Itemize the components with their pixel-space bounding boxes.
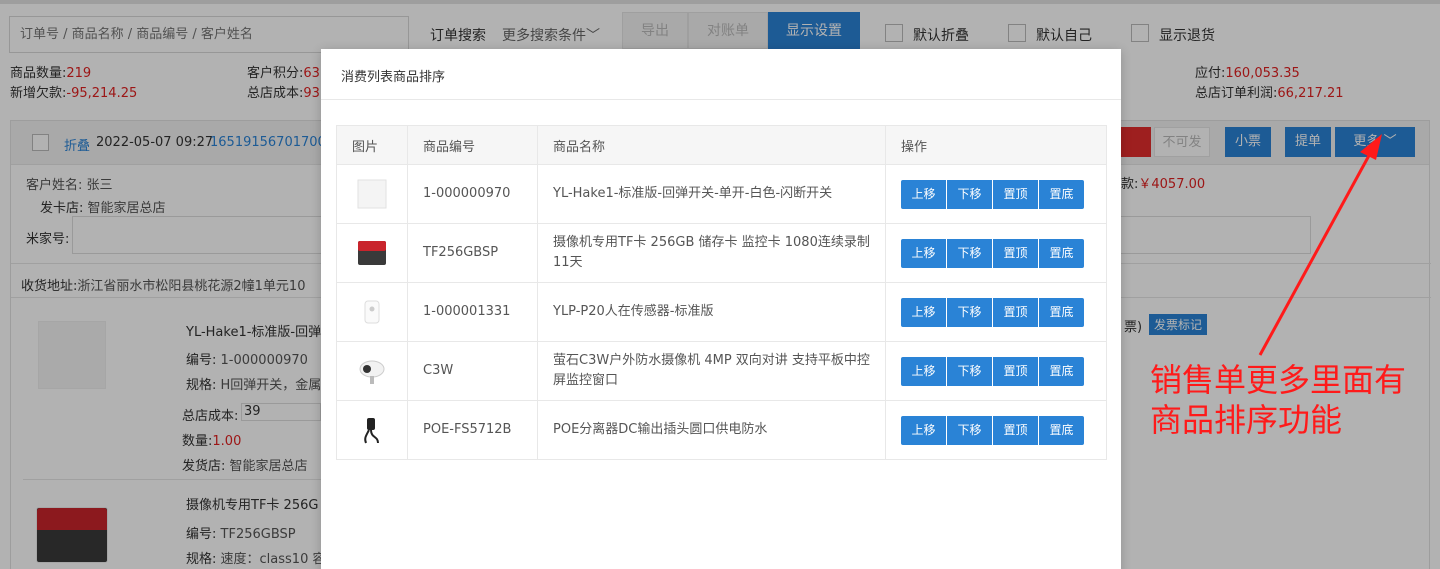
table-header-row: 图片 商品编号 商品名称 操作: [336, 125, 1107, 165]
column-header-actions: 操作: [885, 125, 1107, 165]
product-code: POE-FS5712B: [407, 400, 538, 460]
thumb-cell: [336, 223, 408, 283]
poe-splitter-thumb: [364, 418, 379, 444]
pin-top-button[interactable]: 置顶: [993, 415, 1038, 445]
table-row: POE-FS5712B POE分离器DC输出插头圆口供电防水 上移 下移 置顶 置底: [336, 400, 1107, 460]
column-header-name: 商品名称: [537, 125, 886, 165]
product-name: YL-Hake1-标准版-回弹开关-单开-白色-闪断开关: [537, 164, 886, 224]
pin-bottom-button[interactable]: 置底: [1039, 179, 1084, 209]
sd-card-thumb: [358, 241, 386, 265]
actions-cell: 上移 下移 置顶 置底: [885, 282, 1107, 342]
outdoor-camera-thumb: [359, 360, 385, 384]
product-name: 萤石C3W户外防水摄像机 4MP 双向对讲 支持平板中控屏监控窗口: [537, 341, 886, 401]
pin-top-button[interactable]: 置顶: [993, 297, 1038, 327]
column-header-image: 图片: [336, 125, 408, 165]
table-row: C3W 萤石C3W户外防水摄像机 4MP 双向对讲 支持平板中控屏监控窗口 上移…: [336, 341, 1107, 401]
product-code: TF256GBSP: [407, 223, 538, 283]
dialog-title: 消费列表商品排序: [341, 70, 446, 85]
move-down-button[interactable]: 下移: [947, 415, 992, 445]
pin-bottom-button[interactable]: 置底: [1039, 415, 1084, 445]
thumb-cell: [336, 282, 408, 342]
move-up-button[interactable]: 上移: [901, 238, 946, 268]
product-name: POE分离器DC输出插头圆口供电防水: [537, 400, 886, 460]
product-code: 1-000001331: [407, 282, 538, 342]
annotation-callout: 销售单更多里面有 商品排序功能: [1150, 360, 1430, 440]
product-code: C3W: [407, 341, 538, 401]
column-header-code: 商品编号: [407, 125, 538, 165]
move-down-button[interactable]: 下移: [947, 297, 992, 327]
move-down-button[interactable]: 下移: [947, 356, 992, 386]
pin-top-button[interactable]: 置顶: [993, 238, 1038, 268]
product-name: 摄像机专用TF卡 256GB 储存卡 监控卡 1080连续录制11天: [537, 223, 886, 283]
product-name: YLP-P20人在传感器-标准版: [537, 282, 886, 342]
actions-cell: 上移 下移 置顶 置底: [885, 400, 1107, 460]
pin-top-button[interactable]: 置顶: [993, 179, 1038, 209]
presence-sensor-thumb: [364, 300, 380, 324]
move-up-button[interactable]: 上移: [901, 356, 946, 386]
product-sort-dialog: 消费列表商品排序 图片 商品编号 商品名称 操作 1-000000970 YL-…: [321, 49, 1121, 569]
pin-bottom-button[interactable]: 置底: [1039, 238, 1084, 268]
actions-cell: 上移 下移 置顶 置底: [885, 223, 1107, 283]
pin-top-button[interactable]: 置顶: [993, 356, 1038, 386]
annotation-line-2: 商品排序功能: [1150, 401, 1343, 439]
divider: [321, 99, 1121, 100]
actions-cell: 上移 下移 置顶 置底: [885, 164, 1107, 224]
thumb-cell: [336, 400, 408, 460]
annotation-line-1: 销售单更多里面有: [1150, 361, 1407, 399]
product-sort-table: 图片 商品编号 商品名称 操作 1-000000970 YL-Hake1-标准版…: [336, 125, 1107, 460]
move-up-button[interactable]: 上移: [901, 179, 946, 209]
move-down-button[interactable]: 下移: [947, 238, 992, 268]
table-row: 1-000001331 YLP-P20人在传感器-标准版 上移 下移 置顶 置底: [336, 282, 1107, 342]
thumb-cell: [336, 341, 408, 401]
table-row: 1-000000970 YL-Hake1-标准版-回弹开关-单开-白色-闪断开关…: [336, 164, 1107, 224]
actions-cell: 上移 下移 置顶 置底: [885, 341, 1107, 401]
thumb-cell: [336, 164, 408, 224]
move-up-button[interactable]: 上移: [901, 415, 946, 445]
product-code: 1-000000970: [407, 164, 538, 224]
pin-bottom-button[interactable]: 置底: [1039, 297, 1084, 327]
white-switch-thumb: [357, 179, 387, 209]
move-down-button[interactable]: 下移: [947, 179, 992, 209]
table-row: TF256GBSP 摄像机专用TF卡 256GB 储存卡 监控卡 1080连续录…: [336, 223, 1107, 283]
pin-bottom-button[interactable]: 置底: [1039, 356, 1084, 386]
move-up-button[interactable]: 上移: [901, 297, 946, 327]
